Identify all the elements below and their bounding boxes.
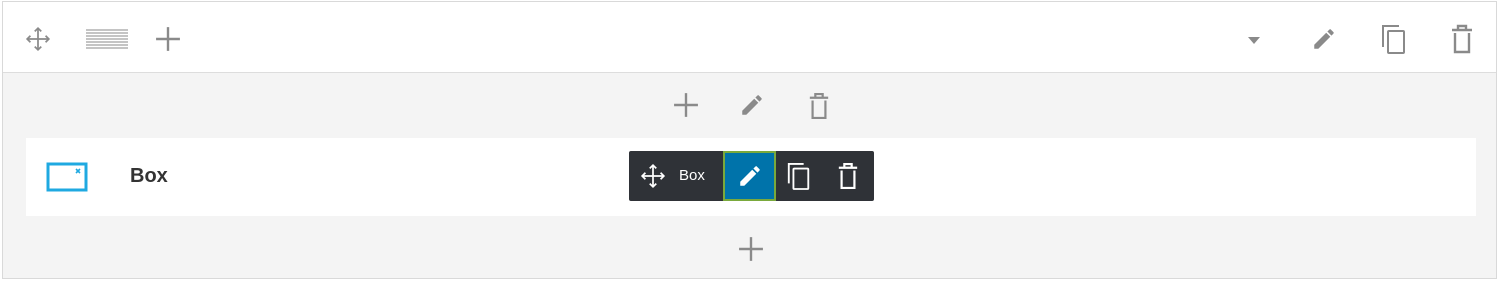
edit-icon[interactable]: [737, 90, 767, 120]
section-toolbar: [3, 2, 1496, 73]
edit-icon[interactable]: [1309, 24, 1339, 54]
overlay-label: Box: [679, 167, 705, 184]
module-title: Box: [130, 165, 168, 187]
delete-icon[interactable]: [834, 161, 862, 191]
duplicate-icon[interactable]: [1378, 22, 1410, 56]
edit-icon: [737, 163, 763, 189]
edit-button[interactable]: [723, 151, 776, 201]
columns-layout-icon[interactable]: [85, 26, 129, 52]
move-icon[interactable]: [23, 24, 53, 54]
add-icon[interactable]: [736, 234, 766, 264]
box-module-icon: [46, 162, 88, 192]
module-overlay-toolbar: Box: [629, 151, 874, 201]
delete-icon[interactable]: [804, 90, 834, 122]
builder-frame: Box Box: [2, 1, 1497, 279]
move-icon[interactable]: [639, 162, 667, 190]
duplicate-icon[interactable]: [784, 161, 814, 191]
dropdown-caret-icon[interactable]: [1243, 29, 1265, 51]
add-icon[interactable]: [153, 24, 183, 54]
delete-icon[interactable]: [1447, 22, 1477, 56]
add-icon[interactable]: [671, 90, 701, 120]
